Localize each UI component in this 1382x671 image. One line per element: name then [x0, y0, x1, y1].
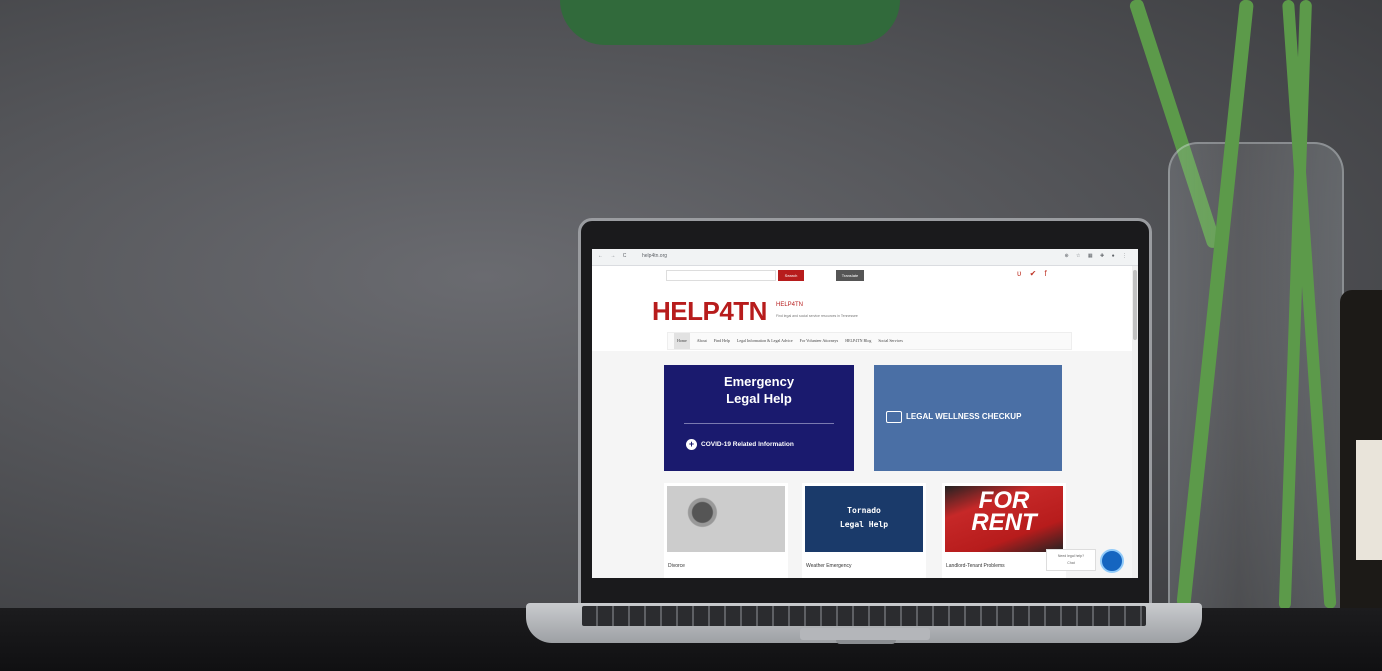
- site-logo[interactable]: HELP4TN: [652, 296, 767, 327]
- menu-item-blog[interactable]: HELP4TN Blog: [845, 333, 871, 349]
- tile-caption: Weather Emergency: [806, 563, 852, 569]
- emergency-title-line2: Legal Help: [726, 391, 792, 406]
- menu-item-about[interactable]: About: [697, 333, 707, 349]
- menu-item-find-help[interactable]: Find Help: [714, 333, 730, 349]
- divorce-tile[interactable]: Divorce: [664, 483, 788, 578]
- laptop-screen: ← → C help4tn.org ⊕ ☆ ▦ ✚ ● ⋮ Search Tra…: [592, 249, 1138, 578]
- wellness-label: LEGAL WELLNESS CHECKUP: [906, 412, 1022, 422]
- menu-item-social-services[interactable]: Social Services: [878, 333, 903, 349]
- scrollbar[interactable]: [1132, 266, 1138, 578]
- emergency-title: Emergency Legal Help: [664, 373, 854, 407]
- covid-link[interactable]: + COVID-19 Related Information: [686, 439, 794, 450]
- site-header: Search Translate ʋ ✔ f HELP4TN HELP4TN F…: [592, 266, 1138, 351]
- wellness-label-row: LEGAL WELLNESS CHECKUP: [886, 411, 1021, 423]
- search-button[interactable]: Search: [778, 270, 804, 281]
- browser-tools-icons[interactable]: ⊕ ☆ ▦ ✚ ● ⋮: [1064, 253, 1130, 259]
- address-bar[interactable]: help4tn.org: [642, 253, 667, 259]
- menu-item-volunteer-attorneys[interactable]: For Volunteer Attorneys: [800, 333, 839, 349]
- translate-button[interactable]: Translate: [836, 270, 864, 281]
- emergency-title-line1: Emergency: [723, 374, 795, 389]
- plant-leaf: [560, 0, 900, 45]
- plus-icon: +: [686, 439, 697, 450]
- divorce-image: [667, 486, 785, 552]
- scrollbar-thumb[interactable]: [1133, 270, 1137, 340]
- browser-toolbar: ← → C help4tn.org ⊕ ☆ ▦ ✚ ● ⋮: [592, 249, 1138, 266]
- covid-label: COVID-19 Related Information: [701, 441, 794, 449]
- weather-emergency-tile[interactable]: Tornado Legal Help Weather Emergency: [802, 483, 926, 578]
- chat-bubble-icon[interactable]: [1100, 549, 1124, 573]
- divider: [684, 423, 834, 424]
- menu-item-home[interactable]: Home: [674, 333, 690, 349]
- chat-prompt[interactable]: Need legal help? Chat: [1046, 549, 1096, 571]
- briefcase-icon: [886, 411, 902, 423]
- tile-caption: Divorce: [668, 563, 685, 569]
- for-rent-image: FOR RENT: [945, 486, 1063, 552]
- laptop-notch: [836, 640, 896, 644]
- chat-prompt-line2: Chat: [1067, 561, 1075, 565]
- legal-wellness-checkup-card[interactable]: LEGAL WELLNESS CHECKUP: [874, 365, 1062, 471]
- main-content: Emergency Legal Help + COVID-19 Related I…: [592, 351, 1138, 578]
- site-title: HELP4TN: [776, 302, 804, 308]
- site-tagline: Find legal and social service resources …: [776, 314, 858, 318]
- search-input[interactable]: [666, 270, 776, 281]
- tornado-image-line2: Legal Help: [839, 520, 889, 529]
- browser-nav-icons[interactable]: ← → C: [598, 253, 629, 259]
- menu-item-legal-information[interactable]: Legal Information & Legal Advice: [737, 333, 793, 349]
- tile-caption: Landlord-Tenant Problems: [946, 563, 1005, 569]
- tornado-image-line1: Tornado: [847, 506, 881, 515]
- laptop-keyboard: [582, 606, 1146, 626]
- tornado-legal-help-image: Tornado Legal Help: [805, 486, 923, 552]
- laptop-trackpad: [800, 628, 930, 640]
- chat-prompt-line1: Need legal help?: [1057, 554, 1085, 558]
- bottle-label: [1356, 440, 1382, 560]
- emergency-legal-help-card[interactable]: Emergency Legal Help + COVID-19 Related I…: [664, 365, 854, 471]
- main-menu: Home About Find Help Legal Information &…: [667, 332, 1072, 350]
- social-icons[interactable]: ʋ ✔ f: [1017, 269, 1050, 278]
- for-rent-line2: RENT: [971, 509, 1037, 536]
